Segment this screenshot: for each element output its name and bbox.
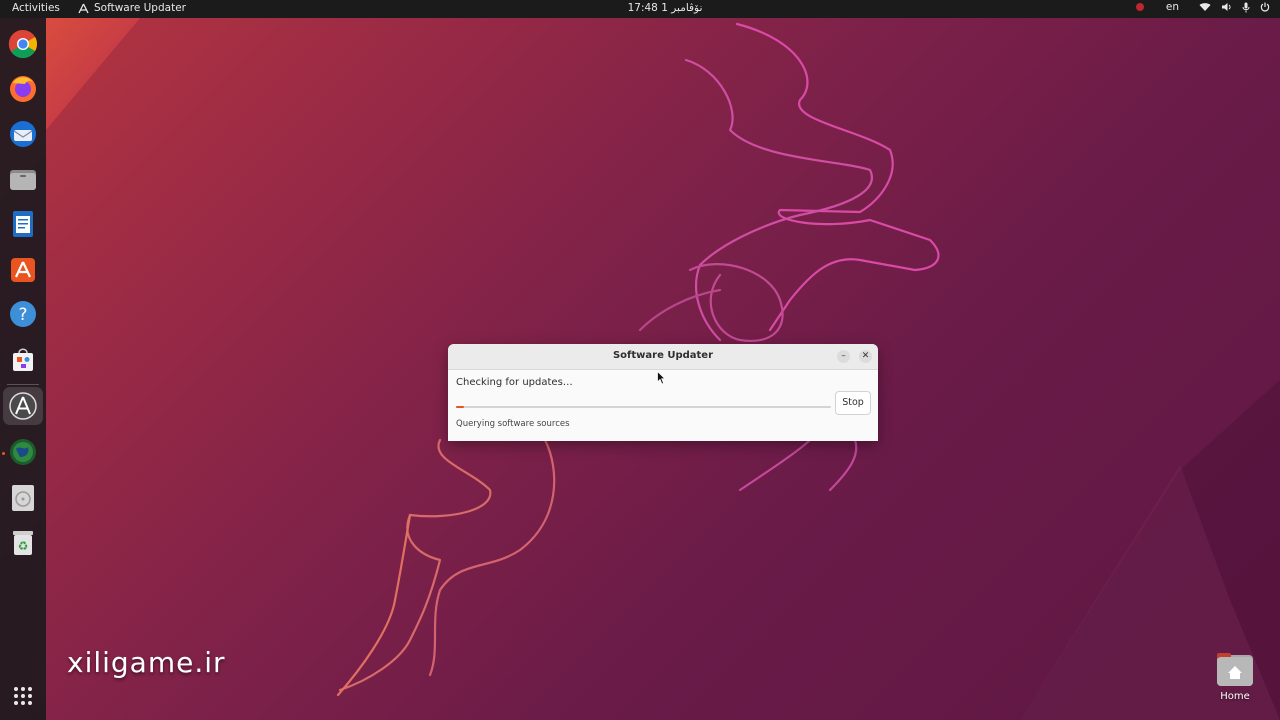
running-indicator	[2, 452, 5, 455]
system-tray[interactable]: en	[1135, 1, 1270, 13]
files-icon	[10, 170, 36, 190]
minimize-icon: –	[841, 351, 846, 361]
progress-bar-fill	[456, 406, 464, 408]
volume-icon	[1222, 3, 1231, 11]
record-indicator-icon	[1135, 3, 1144, 11]
top-bar: Activities Software Updater 17:48 نۆڤامب…	[0, 0, 1280, 18]
close-icon: ✕	[861, 351, 870, 361]
firefox-icon	[10, 76, 36, 102]
chrome-launcher[interactable]	[7, 28, 39, 60]
software-updater-small-icon	[78, 3, 89, 13]
trash-icon: ♻	[13, 531, 33, 555]
files-launcher[interactable]	[7, 163, 39, 195]
language-indicator[interactable]: en	[1166, 1, 1179, 13]
progress-bar	[456, 406, 831, 408]
app-menu[interactable]: Software Updater	[78, 2, 186, 14]
software-updater-icon	[9, 392, 37, 420]
thunderbird-launcher[interactable]	[7, 118, 39, 150]
help-icon: ?	[10, 301, 36, 327]
stop-button[interactable]: Stop	[835, 391, 871, 415]
wifi-icon	[1199, 3, 1211, 11]
power-icon	[1260, 2, 1270, 12]
dock-separator	[7, 384, 39, 385]
ubuntu-software-icon	[11, 258, 35, 282]
writer-launcher[interactable]	[7, 208, 39, 240]
close-button[interactable]: ✕	[859, 350, 872, 363]
mouse-cursor-icon	[657, 371, 666, 385]
activities-button[interactable]: Activities	[12, 2, 60, 14]
app-grid-icon[interactable]	[13, 686, 33, 706]
dock: ? ♻	[0, 18, 46, 720]
disc-launcher[interactable]	[7, 482, 39, 514]
svg-text:?: ?	[18, 305, 27, 325]
disc-icon	[12, 485, 34, 511]
clock[interactable]: 17:48 نۆڤامبر 1	[620, 2, 710, 14]
globe-icon	[10, 439, 36, 465]
minimize-button[interactable]: –	[837, 350, 850, 363]
status-label: Checking for updates…	[456, 377, 573, 388]
ubuntu-software-launcher[interactable]	[7, 253, 39, 285]
dialog-titlebar[interactable]: Software Updater – ✕	[448, 344, 878, 370]
home-folder-label[interactable]: Home	[1205, 691, 1265, 702]
trash-launcher[interactable]: ♻	[7, 527, 39, 559]
progress-detail-label: Querying software sources	[456, 419, 570, 429]
globe-launcher[interactable]	[7, 436, 39, 468]
svg-text:♻: ♻	[18, 539, 29, 553]
microphone-icon	[1242, 2, 1250, 12]
software-updater-dialog: Software Updater – ✕ Checking for update…	[448, 344, 878, 441]
thunderbird-icon	[10, 121, 36, 147]
watermark-text: xiligame.ir	[67, 646, 226, 679]
store-launcher[interactable]	[7, 343, 39, 375]
help-launcher[interactable]: ?	[7, 298, 39, 330]
software-updater-launcher[interactable]	[3, 387, 43, 425]
chrome-icon	[8, 29, 37, 59]
app-menu-label: Software Updater	[94, 2, 186, 14]
home-folder-icon[interactable]	[1216, 651, 1254, 687]
firefox-launcher[interactable]	[7, 73, 39, 105]
store-icon	[13, 348, 33, 371]
dialog-title: Software Updater	[612, 350, 714, 361]
writer-icon	[13, 211, 33, 237]
